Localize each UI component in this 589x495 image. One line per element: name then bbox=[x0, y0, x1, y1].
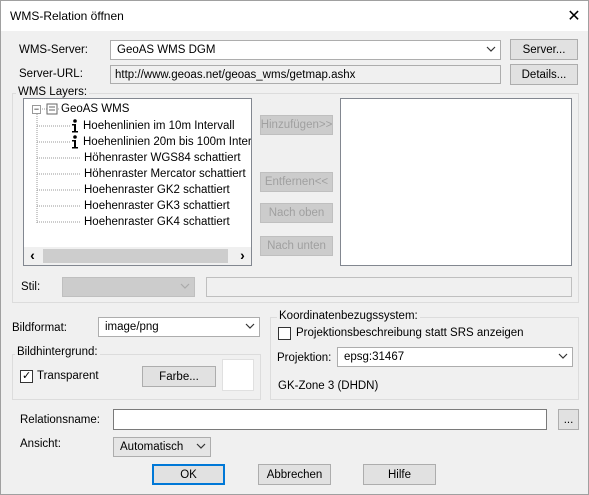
image-format-value: image/png bbox=[105, 321, 159, 333]
tree-item[interactable]: Höhenraster WGS84 schattiert bbox=[84, 150, 241, 166]
info-icon bbox=[72, 135, 78, 149]
tree-root[interactable]: GeoAS WMS bbox=[46, 101, 129, 117]
tree-item-label: Höhenraster WGS84 schattiert bbox=[84, 152, 241, 164]
cancel-button[interactable]: Abbrechen bbox=[258, 464, 331, 485]
tree-item[interactable]: Hoehenraster GK3 schattiert bbox=[84, 198, 230, 214]
scrollbar-thumb[interactable] bbox=[43, 249, 228, 263]
image-format-select[interactable]: image/png bbox=[98, 317, 260, 337]
chevron-down-icon bbox=[486, 46, 496, 52]
chevron-down-icon bbox=[558, 353, 568, 359]
tree-item-label: Hoehenraster GK3 schattiert bbox=[84, 200, 230, 212]
window-title: WMS-Relation öffnen bbox=[10, 9, 124, 23]
view-label: Ansicht: bbox=[20, 438, 61, 450]
transparent-checkbox[interactable]: ✓ bbox=[20, 369, 33, 383]
tree-item[interactable]: Hoehenlinien im 10m Intervall bbox=[70, 118, 235, 134]
details-button[interactable]: Details... bbox=[510, 64, 578, 85]
image-format-label: Bildformat: bbox=[12, 322, 67, 334]
chevron-down-icon bbox=[196, 443, 206, 449]
server-url-field[interactable]: http://www.geoas.net/geoas_wms/getmap.as… bbox=[110, 65, 501, 84]
wms-server-value: GeoAS WMS DGM bbox=[117, 44, 216, 56]
wms-server-label: WMS-Server: bbox=[19, 44, 88, 56]
tree-item-label: Hoehenlinien im 10m Intervall bbox=[83, 120, 235, 132]
tree-item-label: Hoehenlinien 20m bis 100m Interva bbox=[83, 136, 252, 148]
relation-name-input[interactable] bbox=[113, 409, 547, 430]
projection-label: Projektion: bbox=[277, 352, 332, 364]
tree-item-label: Hoehenraster GK2 schattiert bbox=[84, 184, 230, 196]
color-swatch bbox=[222, 359, 254, 391]
background-group-title: Bildhintergrund: bbox=[15, 346, 100, 358]
chevron-down-icon bbox=[245, 323, 255, 329]
server-button[interactable]: Server... bbox=[510, 39, 578, 60]
wms-server-select[interactable]: GeoAS WMS DGM bbox=[110, 40, 501, 60]
relation-name-label: Relationsname: bbox=[20, 414, 100, 426]
title-bar: WMS-Relation öffnen ✕ bbox=[1, 1, 588, 31]
tree-item[interactable]: Hoehenraster GK4 schattiert bbox=[84, 214, 230, 230]
chevron-down-icon bbox=[180, 283, 190, 289]
remove-layer-button[interactable]: Entfernen<< bbox=[260, 172, 333, 192]
crs-group-title: Koordinatenbezugssystem: bbox=[277, 310, 420, 322]
server-url-label: Server-URL: bbox=[19, 68, 83, 80]
add-layer-button[interactable]: Hinzufügen>> bbox=[260, 115, 333, 135]
layer-group-icon bbox=[46, 103, 58, 115]
selected-layers-list[interactable] bbox=[340, 98, 572, 266]
projection-value: epsg:31467 bbox=[344, 351, 405, 363]
projection-description-label: Projektionsbeschreibung statt SRS anzeig… bbox=[296, 327, 524, 339]
style-description-field[interactable] bbox=[206, 277, 572, 297]
style-select[interactable] bbox=[62, 277, 195, 297]
style-label: Stil: bbox=[21, 281, 41, 293]
scroll-left-icon[interactable]: ‹ bbox=[24, 247, 41, 265]
browse-button[interactable]: ... bbox=[558, 409, 579, 430]
view-value: Automatisch bbox=[120, 441, 184, 453]
projection-select[interactable]: epsg:31467 bbox=[337, 347, 573, 367]
close-icon[interactable]: ✕ bbox=[561, 4, 587, 28]
tree-collapse-toggle[interactable]: − bbox=[32, 105, 41, 114]
tree-item-label: Hoehenraster GK4 schattiert bbox=[84, 216, 230, 228]
color-button[interactable]: Farbe... bbox=[142, 366, 216, 387]
check-icon: ✓ bbox=[22, 369, 32, 382]
zone-text: GK-Zone 3 (DHDN) bbox=[278, 380, 379, 392]
move-down-button[interactable]: Nach unten bbox=[260, 236, 333, 256]
tree-item[interactable]: Hoehenraster GK2 schattiert bbox=[84, 182, 230, 198]
tree-item[interactable]: Höhenraster Mercator schattiert bbox=[84, 166, 246, 182]
view-select[interactable]: Automatisch bbox=[113, 437, 211, 457]
layer-tree[interactable]: − GeoAS WMS Hoehenlinien im 10m Interval… bbox=[23, 98, 252, 266]
transparent-label: Transparent bbox=[37, 370, 99, 382]
tree-item-label: Höhenraster Mercator schattiert bbox=[84, 168, 246, 180]
ok-button[interactable]: OK bbox=[152, 464, 225, 485]
horizontal-scrollbar[interactable]: ‹ › bbox=[24, 247, 251, 265]
tree-item[interactable]: Hoehenlinien 20m bis 100m Interva bbox=[70, 134, 252, 150]
wms-layers-group-title: WMS Layers: bbox=[16, 86, 90, 98]
scroll-right-icon[interactable]: › bbox=[234, 247, 251, 265]
info-icon bbox=[72, 119, 78, 133]
projection-description-checkbox[interactable] bbox=[278, 327, 291, 340]
dialog-window: WMS-Relation öffnen ✕ WMS-Server: GeoAS … bbox=[0, 0, 589, 495]
tree-root-label: GeoAS WMS bbox=[61, 103, 130, 115]
move-up-button[interactable]: Nach oben bbox=[260, 203, 333, 223]
help-button[interactable]: Hilfe bbox=[363, 464, 436, 485]
